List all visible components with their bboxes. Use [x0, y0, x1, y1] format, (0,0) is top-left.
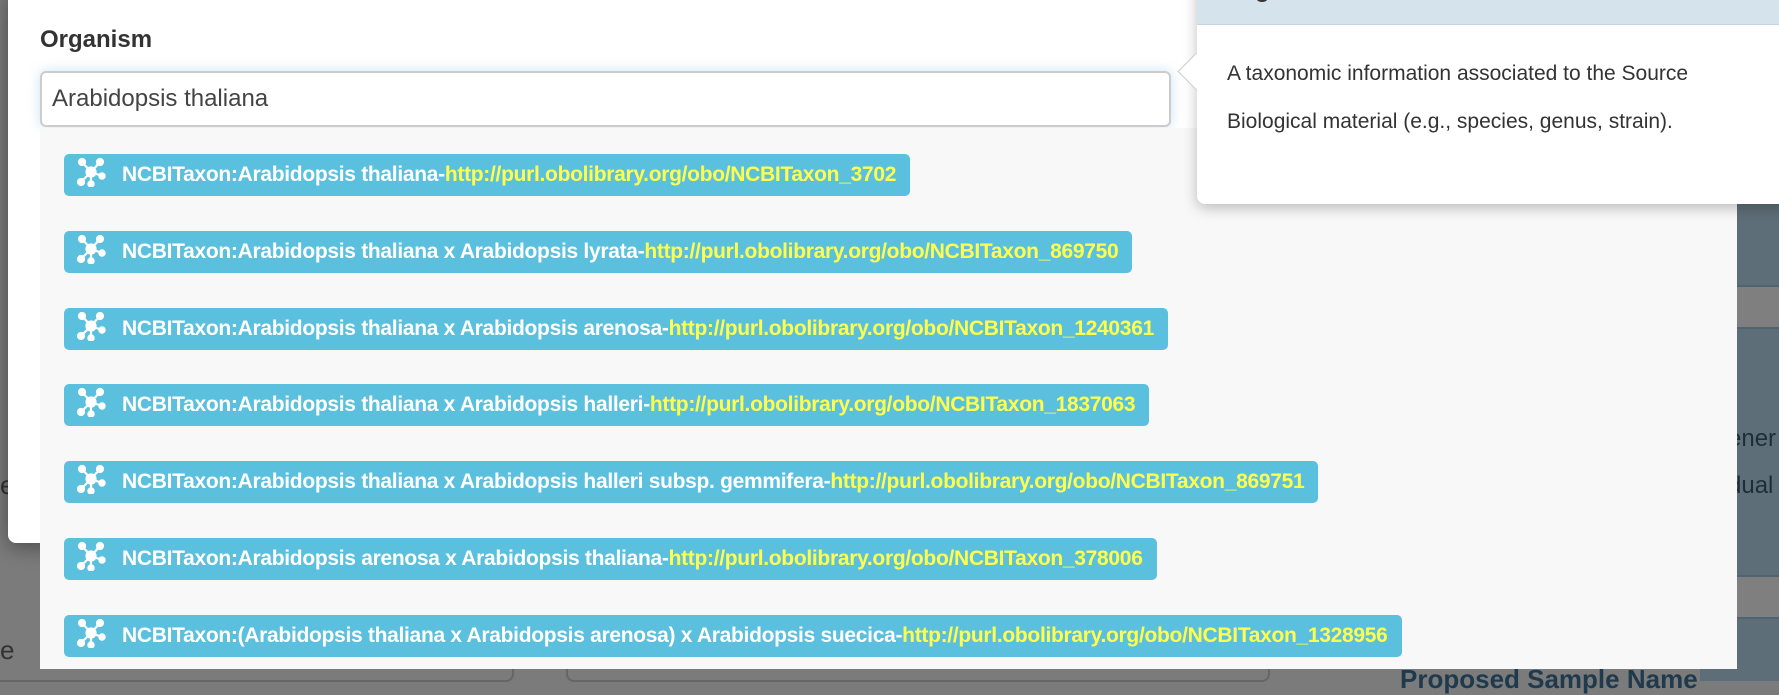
- suggestion-item[interactable]: NCBITaxon:Arabidopsis thaliana - http://…: [64, 154, 911, 196]
- help-popover: Organism A taxonomic information associa…: [1177, 0, 1779, 204]
- autocomplete-dropdown: NCBITaxon:Arabidopsis thaliana - http://…: [40, 128, 1737, 669]
- suggestion-item[interactable]: NCBITaxon:Arabidopsis thaliana x Arabido…: [64, 230, 1133, 273]
- suggestion-url[interactable]: http://purl.obolibrary.org/obo/NCBITaxon…: [445, 163, 897, 187]
- suggestion-url[interactable]: http://purl.obolibrary.org/obo/NCBITaxon…: [650, 393, 1136, 417]
- suggestion-item[interactable]: NCBITaxon:Arabidopsis thaliana x Arabido…: [64, 307, 1168, 350]
- ontology-network-icon: [76, 157, 122, 193]
- suggestion-name: NCBITaxon:Arabidopsis thaliana x Arabido…: [122, 316, 662, 340]
- suggestion-item[interactable]: NCBITaxon:Arabidopsis arenosa x Arabidop…: [64, 538, 1157, 580]
- suggestion-name: NCBITaxon:Arabidopsis thaliana x Arabido…: [122, 239, 638, 263]
- suggestion-item[interactable]: NCBITaxon:Arabidopsis thaliana x Arabido…: [64, 384, 1150, 427]
- organism-input[interactable]: Arabidopsis thaliana: [40, 71, 1171, 127]
- suggestion-name: NCBITaxon:Arabidopsis arenosa x Arabidop…: [122, 547, 662, 570]
- ontology-network-icon: [76, 311, 122, 347]
- organism-label: Organism: [40, 26, 153, 53]
- ontology-network-icon: [76, 464, 122, 500]
- suggestion-name: NCBITaxon:(Arabidopsis thaliana x Arabid…: [122, 623, 896, 647]
- ontology-network-icon: [76, 387, 122, 423]
- ontology-network-icon: [76, 541, 122, 577]
- popover-title: Organism: [1197, 0, 1779, 25]
- suggestion-name: NCBITaxon:Arabidopsis thaliana x Arabido…: [122, 470, 824, 494]
- ontology-network-icon: [76, 234, 122, 270]
- suggestion-url[interactable]: http://purl.obolibrary.org/obo/NCBITaxon…: [669, 317, 1155, 341]
- suggestion-item[interactable]: NCBITaxon:(Arabidopsis thaliana x Arabid…: [64, 614, 1402, 657]
- suggestion-url[interactable]: http://purl.obolibrary.org/obo/NCBITaxon…: [644, 240, 1118, 264]
- suggestion-separator: -: [823, 470, 831, 494]
- suggestion-separator: -: [637, 239, 645, 263]
- suggestion-item[interactable]: NCBITaxon:Arabidopsis thaliana x Arabido…: [64, 461, 1319, 504]
- suggestion-url[interactable]: http://purl.obolibrary.org/obo/NCBITaxon…: [902, 624, 1388, 648]
- suggestion-separator: -: [438, 163, 445, 186]
- suggestion-separator: -: [643, 393, 650, 417]
- popover-body: A taxonomic information associated to th…: [1227, 62, 1689, 133]
- suggestion-name: NCBITaxon:Arabidopsis thaliana: [122, 163, 439, 186]
- suggestion-url[interactable]: http://purl.obolibrary.org/obo/NCBITaxon…: [830, 470, 1304, 494]
- suggestion-separator: -: [661, 316, 669, 340]
- suggestion-url[interactable]: http://purl.obolibrary.org/obo/NCBITaxon…: [669, 547, 1143, 571]
- suggestion-separator: -: [661, 547, 669, 570]
- suggestion-name: NCBITaxon:Arabidopsis thaliana x Arabido…: [122, 393, 644, 417]
- ontology-network-icon: [76, 618, 122, 654]
- suggestion-separator: -: [895, 623, 903, 647]
